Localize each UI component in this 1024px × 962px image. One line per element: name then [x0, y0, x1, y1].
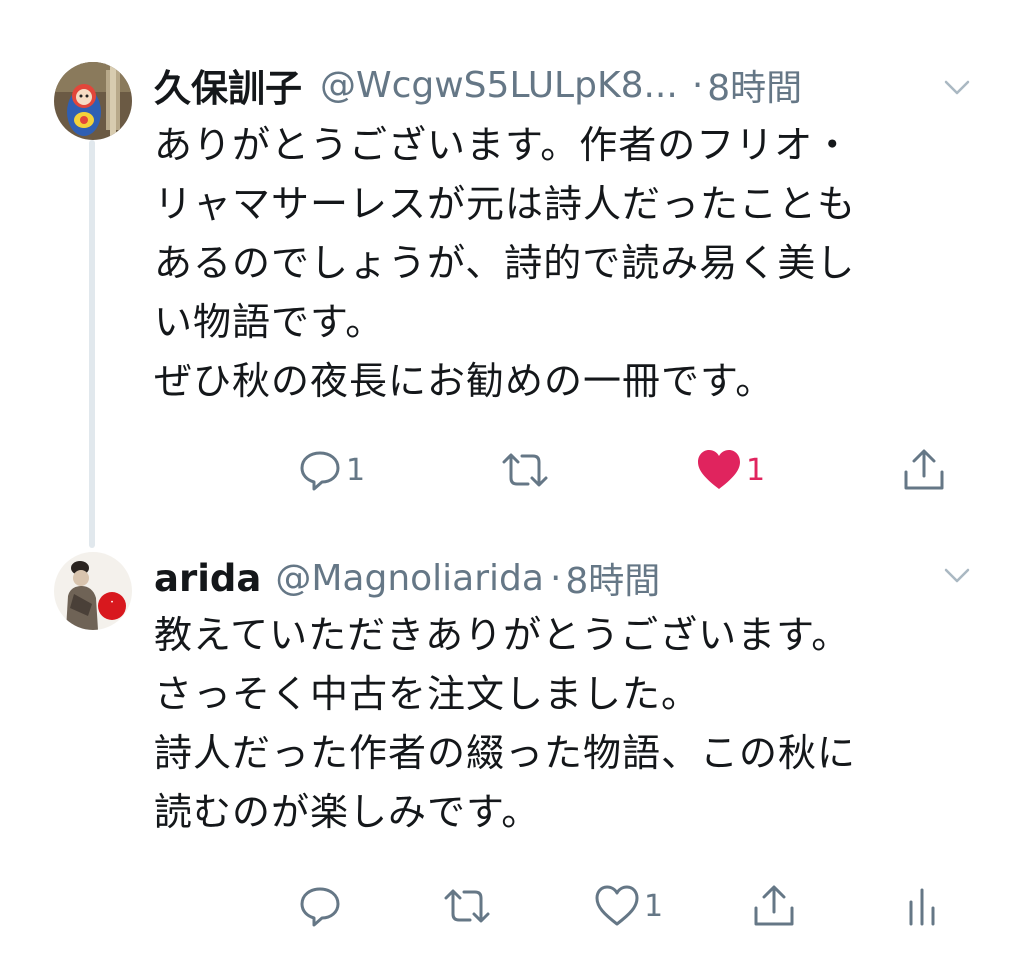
- like-button[interactable]: 1: [594, 876, 663, 936]
- display-name[interactable]: 久保訓子: [154, 58, 302, 112]
- reply-count: 1: [346, 452, 366, 488]
- separator-dot: ·: [691, 64, 704, 106]
- retweet-icon: [502, 453, 548, 487]
- tweet-text-line: 読むのが楽しみです。: [154, 790, 541, 834]
- share-button[interactable]: [902, 440, 946, 500]
- like-button[interactable]: 1: [696, 440, 765, 500]
- matryoshka-doll-avatar-icon: [54, 62, 132, 140]
- like-count: 1: [644, 888, 664, 924]
- separator-dot: ·: [549, 557, 562, 599]
- reply-icon: [300, 451, 340, 491]
- analytics-button[interactable]: [906, 876, 938, 936]
- tweet-header: arida @Magnoliarida · 8時間: [154, 548, 914, 608]
- tweet-text-line: あるのでしょうが、詩的で読み易く美し: [154, 241, 856, 285]
- share-button[interactable]: [752, 876, 796, 936]
- tweet-text-line: 教えていただきありがとうございます。: [154, 613, 851, 657]
- reply-button[interactable]: [298, 876, 346, 936]
- reply-button[interactable]: 1: [298, 440, 365, 500]
- share-icon: [904, 449, 944, 490]
- person-avatar-icon: •: [54, 552, 132, 630]
- tweet-text-line: リャマサーレスが元は詩人だったことも: [154, 182, 857, 226]
- chevron-down-icon[interactable]: [942, 560, 972, 590]
- user-handle[interactable]: @Magnoliarida: [275, 558, 544, 599]
- avatar[interactable]: [54, 62, 132, 140]
- heart-filled-icon: [698, 450, 740, 489]
- analytics-icon: [909, 888, 935, 926]
- svg-text:•: •: [110, 599, 114, 606]
- tweet-text-line: ぜひ秋の夜長にお勧めの一冊です。: [154, 359, 775, 403]
- reply-icon: [300, 887, 340, 927]
- action-bar: 1: [0, 876, 1024, 936]
- tweet-text-line: ありがとうございます。作者のフリオ・: [154, 123, 853, 167]
- share-icon: [754, 885, 794, 926]
- avatar[interactable]: •: [54, 552, 132, 630]
- like-count: 1: [746, 452, 766, 488]
- chevron-down-icon[interactable]: [942, 72, 972, 102]
- tweet-text: 教えていただきありがとうございます。 さっそく中古を注文しました。 詩人だった作…: [154, 606, 954, 842]
- heart-outline-icon: [595, 885, 639, 926]
- retweet-button[interactable]: [500, 440, 550, 500]
- timestamp[interactable]: 8時間: [707, 59, 802, 111]
- tweet-text: ありがとうございます。作者のフリオ・ リャマサーレスが元は詩人だったことも ある…: [154, 116, 954, 411]
- user-handle[interactable]: @WcgwS5LULpK8...: [320, 65, 678, 106]
- retweet-button[interactable]: [442, 876, 492, 936]
- tweet-header: 久保訓子 @WcgwS5LULpK8... · 8時間: [154, 55, 914, 115]
- timestamp[interactable]: 8時間: [565, 552, 660, 604]
- display-name[interactable]: arida: [154, 557, 261, 600]
- retweet-icon: [444, 889, 490, 923]
- tweet-text-line: 詩人だった作者の綴った物語、この秋に: [154, 731, 857, 775]
- action-bar: 1 1: [0, 440, 1024, 500]
- tweet-text-line: い物語です。: [154, 300, 385, 344]
- tweet-text-line: さっそく中古を注文しました。: [154, 672, 701, 716]
